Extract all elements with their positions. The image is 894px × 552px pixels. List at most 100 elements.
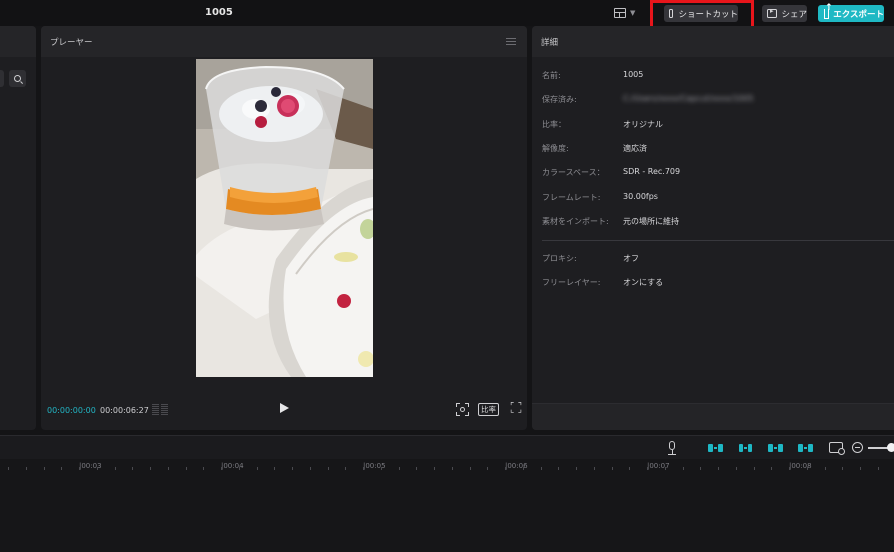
snap-icon[interactable] (706, 441, 724, 455)
ruler-tick (257, 467, 258, 470)
ruler-tick (860, 467, 861, 470)
video-frame-image (196, 59, 373, 377)
zoom-slider-handle[interactable] (887, 443, 894, 452)
timeline-track-area[interactable] (0, 473, 894, 552)
detail-label: フレームレート: (542, 193, 601, 202)
detail-value-blurred: C:/Users/xxxx/Capcut/xxxx/1005 (623, 94, 754, 103)
play-icon[interactable] (280, 403, 289, 413)
search-button[interactable] (9, 70, 26, 87)
ruler-tick (328, 467, 329, 470)
detail-label: 名前: (542, 71, 561, 80)
player-controls: 00:00:00:00 00:00:06:27 比率 ⌜ ⌝ ⌞ ⌟ (41, 399, 527, 421)
ruler-tick (612, 467, 613, 470)
ruler-label: |00:05 (363, 462, 386, 470)
ruler-tick (629, 467, 630, 470)
ruler-tick (665, 467, 666, 470)
ruler-tick (132, 467, 133, 470)
fullscreen-icon[interactable]: ⌜ ⌝ ⌞ ⌟ (510, 403, 522, 415)
total-timecode: 00:00:06:27 (100, 406, 149, 415)
export-icon (824, 3, 833, 19)
player-panel: プレーヤー 00:00:00:00 00:00:06:27 比率 ⌜ ⌝ ⌞ ⌟ (41, 26, 527, 430)
timeline-ruler[interactable]: |00:03 |00:04 |00:05 |00:06 |00:07 |00:0… (0, 459, 894, 473)
detail-value[interactable]: オフ (623, 253, 639, 264)
magnet-icon[interactable] (736, 441, 754, 455)
ruler-tick (736, 467, 737, 470)
detail-value: オリジナル (623, 120, 663, 129)
ruler-tick (807, 467, 808, 470)
ruler-tick (754, 467, 755, 470)
ruler-tick (399, 467, 400, 470)
ruler-tick (789, 467, 790, 470)
detail-value: 30.00fps (623, 192, 658, 201)
ruler-tick (718, 467, 719, 470)
share-icon (767, 7, 778, 18)
ruler-tick (44, 467, 45, 470)
ruler-tick (825, 467, 826, 470)
ruler-tick (274, 467, 275, 470)
chevron-down-icon: ▼ (630, 9, 636, 17)
layout-icon (614, 8, 626, 18)
player-title: プレーヤー (50, 37, 93, 48)
microphone-icon[interactable] (668, 441, 676, 456)
details-header: 詳細 (532, 26, 894, 57)
ruler-tick (239, 467, 240, 470)
ruler-label: |00:03 (79, 462, 102, 470)
ruler-label: |00:08 (789, 462, 812, 470)
layout-button[interactable]: ▼ (614, 6, 642, 20)
detail-label: 保存済み: (542, 95, 577, 104)
menu-icon[interactable] (506, 38, 516, 45)
video-preview[interactable] (196, 59, 373, 377)
share-label: シェア (781, 9, 807, 20)
share-button[interactable]: シェア (762, 5, 807, 22)
player-header: プレーヤー (41, 26, 527, 57)
fit-view-icon[interactable] (456, 403, 469, 416)
link-icon[interactable] (766, 441, 784, 455)
ruler-tick (452, 467, 453, 470)
scopes-icon[interactable] (152, 404, 168, 415)
ruler-label: |00:04 (221, 462, 244, 470)
ruler-tick (700, 467, 701, 470)
detail-label: フリーレイヤー: (542, 278, 601, 287)
ruler-label: |00:06 (505, 462, 528, 470)
ruler-tick (97, 467, 98, 470)
split-icon[interactable] (796, 441, 814, 455)
ruler-tick (647, 467, 648, 470)
ruler-tick (470, 467, 471, 470)
media-panel-header (0, 26, 36, 57)
ruler-tick (541, 467, 542, 470)
ruler-tick (878, 467, 879, 470)
detail-label: カラースペース： (542, 168, 605, 177)
export-label: エクスポート (833, 9, 884, 20)
current-timecode: 00:00:00:00 (47, 406, 96, 415)
detail-label: 比率： (542, 120, 566, 129)
ratio-button[interactable]: 比率 (478, 403, 499, 416)
ruler-tick (115, 467, 116, 470)
ruler-tick (61, 467, 62, 470)
ruler-tick (363, 467, 364, 470)
ruler-tick (683, 467, 684, 470)
details-divider (542, 240, 894, 241)
detail-value[interactable]: オンにする (623, 277, 663, 288)
ruler-tick (168, 467, 169, 470)
ruler-tick (292, 467, 293, 470)
ruler-tick (558, 467, 559, 470)
ruler-tick (8, 467, 9, 470)
ruler-tick (487, 467, 488, 470)
detail-label: プロキシ: (542, 254, 577, 263)
ruler-tick (221, 467, 222, 470)
ruler-tick (310, 467, 311, 470)
ruler-tick (26, 467, 27, 470)
detail-value[interactable]: 元の場所に維持 (623, 216, 679, 227)
ruler-tick (505, 467, 506, 470)
preview-axis-icon[interactable] (829, 442, 845, 455)
ruler-tick (345, 467, 346, 470)
top-bar: 1005 ▼ ショートカット シェア エクスポート (0, 0, 894, 31)
zoom-out-icon[interactable] (852, 442, 863, 453)
project-title: 1005 (205, 7, 233, 18)
ruler-tick (203, 467, 204, 470)
media-filter-button[interactable] (0, 70, 4, 87)
export-button[interactable]: エクスポート (818, 3, 884, 22)
ruler-tick (150, 467, 151, 470)
detail-value: 1005 (623, 70, 644, 79)
ruler-tick (416, 467, 417, 470)
